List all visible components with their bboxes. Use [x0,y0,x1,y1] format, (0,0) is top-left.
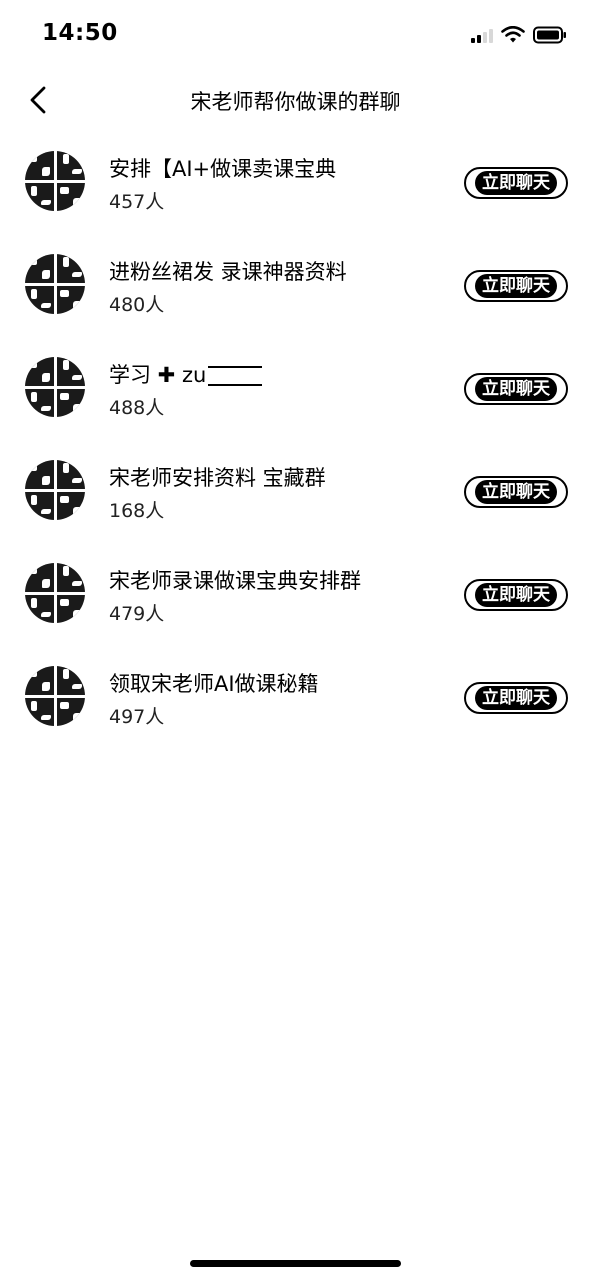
group-list-item[interactable]: 学习 ✚ zu 488人 立即聊天 [0,341,591,441]
chat-now-label: 立即聊天 [475,686,557,710]
chat-now-label: 立即聊天 [475,583,557,607]
group-name: 宋老师录课做课宝典安排群 [109,569,361,593]
group-name: 进粉丝裙发 录课神器资料 [109,260,347,284]
member-count: 480人 [109,294,165,316]
chat-now-button[interactable]: 立即聊天 [464,270,568,302]
chat-now-button[interactable]: 立即聊天 [464,476,568,508]
group-name: 安排【AI+做课卖课宝典 [109,157,337,181]
group-avatar [25,254,85,314]
battery-icon [533,26,566,44]
group-name: 领取宋老师AI做课秘籍 [109,672,319,696]
redacted-text [208,366,263,386]
chat-now-button[interactable]: 立即聊天 [464,682,568,714]
chat-now-label: 立即聊天 [475,171,557,195]
home-indicator[interactable] [190,1260,401,1267]
chat-now-button[interactable]: 立即聊天 [464,373,568,405]
group-avatar [25,666,85,726]
group-name: 学习 ✚ zu [109,359,263,389]
group-name: 宋老师安排资料 宝藏群 [109,466,326,490]
member-count: 479人 [109,603,165,625]
group-list-item[interactable]: 安排【AI+做课卖课宝典 457人 立即聊天 [0,135,591,235]
wifi-icon [501,26,525,43]
member-count: 168人 [109,500,165,522]
page-title: 宋老师帮你做课的群聊 [190,90,401,114]
status-time: 14:50 [42,20,118,46]
group-name-text: 学习 ✚ zu [109,363,207,387]
chat-now-label: 立即聊天 [475,274,557,298]
status-bar: 14:50 [0,0,591,70]
chat-now-button[interactable]: 立即聊天 [464,167,568,199]
group-list-item[interactable]: 宋老师录课做课宝典安排群 479人 立即聊天 [0,547,591,647]
group-avatar [25,460,85,520]
member-count: 457人 [109,191,165,213]
chat-now-label: 立即聊天 [475,377,557,401]
group-avatar [25,151,85,211]
group-list-item[interactable]: 进粉丝裙发 录课神器资料 480人 立即聊天 [0,238,591,338]
group-list-item[interactable]: 领取宋老师AI做课秘籍 497人 立即聊天 [0,650,591,750]
group-list-item[interactable]: 宋老师安排资料 宝藏群 168人 立即聊天 [0,444,591,544]
chat-now-label: 立即聊天 [475,480,557,504]
member-count: 488人 [109,397,165,419]
group-avatar [25,357,85,417]
member-count: 497人 [109,706,165,728]
status-icons [471,24,567,46]
group-avatar [25,563,85,623]
signal-icon [471,27,493,43]
nav-bar: 宋老师帮你做课的群聊 [0,70,591,132]
chat-now-button[interactable]: 立即聊天 [464,579,568,611]
